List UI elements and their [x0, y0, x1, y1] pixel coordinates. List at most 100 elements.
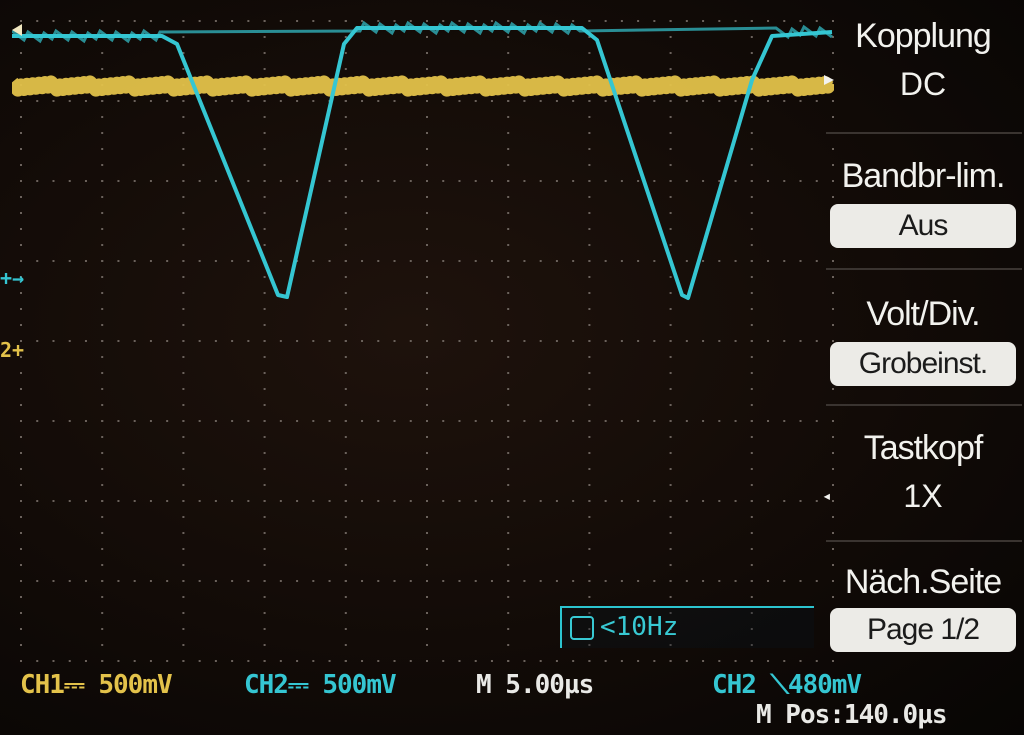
grid-dot [507, 420, 510, 422]
grid-dot [344, 548, 347, 550]
grid-dot [312, 20, 315, 22]
grid-dot [133, 500, 136, 502]
grid-dot [182, 324, 185, 326]
grid-dot [149, 580, 152, 582]
grid-dot [20, 164, 22, 166]
selector-arrow-icon: ◂ [822, 486, 832, 505]
grid-dot [263, 388, 266, 390]
grid-dot [669, 452, 672, 454]
grid-dot [84, 660, 87, 662]
grid-dot [604, 580, 607, 582]
grid-dot [734, 20, 737, 22]
grid-dot [263, 468, 266, 470]
grid-dot [426, 404, 428, 406]
grid-dot [52, 500, 55, 502]
grid-dot [20, 116, 22, 118]
grid-dot [344, 484, 347, 486]
grid-dot [750, 276, 753, 278]
grid-dot [101, 116, 104, 118]
grid-dot [669, 372, 672, 374]
grid-dot [588, 132, 591, 134]
grid-dot [84, 100, 87, 102]
grid-dot [361, 260, 364, 262]
tastkopf-value: 1X [903, 478, 943, 514]
grid-dot [507, 436, 510, 438]
menu-kopplung[interactable]: Kopplung DC [822, 14, 1024, 104]
grid-dot [669, 532, 672, 534]
grid-dot [263, 292, 266, 294]
grid-dot [149, 500, 152, 502]
grid-dot [653, 580, 656, 582]
grid-dot [523, 500, 526, 502]
grid-dot [117, 580, 120, 582]
menu-naechste-seite[interactable]: Näch.Seite Page 1/2 [822, 560, 1024, 652]
grid-dot [572, 500, 575, 502]
grid-dot [588, 388, 591, 390]
ch2-noise-band [12, 20, 833, 44]
grid-dot [588, 532, 591, 534]
grid-dot [604, 420, 607, 422]
grid-dot [133, 100, 136, 102]
grid-dot [263, 116, 266, 118]
grid-dot [377, 580, 380, 582]
grid-dot [507, 100, 510, 102]
grid-dot [637, 100, 640, 102]
grid-dot [669, 660, 672, 662]
grid-dot [101, 276, 104, 278]
grid-dot [101, 596, 104, 598]
grid-dot [750, 148, 753, 150]
grid-dot [312, 100, 315, 102]
grid-dot [377, 660, 380, 662]
grid-dot [182, 596, 185, 598]
grid-dot [588, 148, 591, 150]
menu-divider [826, 540, 1022, 542]
grid-dot [36, 580, 39, 582]
grid-dot [783, 260, 786, 262]
grid-dot [377, 340, 380, 342]
grid-dot [604, 340, 607, 342]
grid-dot [149, 420, 152, 422]
grid-dot [101, 516, 104, 518]
grid-dot [182, 420, 185, 422]
grid-dot [409, 500, 412, 502]
grid-dot [296, 580, 299, 582]
grid-dot [718, 660, 721, 662]
grid-dot [263, 500, 266, 502]
grid-dot [539, 580, 542, 582]
grid-dot [588, 660, 591, 662]
grid-dot [750, 212, 753, 214]
grid-dot [166, 340, 169, 342]
grid-dot [572, 20, 575, 22]
grid-dot [669, 596, 672, 598]
grid-dot [620, 100, 623, 102]
grid-dot [361, 100, 364, 102]
grid-dot [669, 100, 672, 102]
grid-dot [101, 212, 104, 214]
grid-dot [20, 260, 22, 262]
grid-dot [296, 420, 299, 422]
grid-dot [426, 36, 428, 38]
timebase-status: M 5.00µs [476, 670, 594, 700]
menu-bandbr-lim[interactable]: Bandbr-lim. Aus [822, 154, 1024, 248]
ch1-scale-status: CH1⎓ 500mV [20, 670, 173, 700]
grid-dot [36, 420, 39, 422]
grid-dot [669, 500, 672, 502]
grid-dot [799, 180, 802, 182]
grid-dot [637, 260, 640, 262]
menu-volt-div[interactable]: Volt/Div. Grobeinst. [822, 292, 1024, 386]
grid-dot [133, 580, 136, 582]
menu-tastkopf[interactable]: Tastkopf ◂ 1X [822, 426, 1024, 516]
grid-dot [458, 100, 461, 102]
ch2-scale-status: CH2⎓ 500mV [244, 670, 397, 700]
grid-dot [344, 388, 347, 390]
grid-dot [247, 260, 250, 262]
grid-dot [361, 500, 364, 502]
grid-dot [588, 548, 591, 550]
grid-dot [507, 212, 510, 214]
grid-dot [555, 20, 558, 22]
grid-dot [328, 20, 331, 22]
grid-dot [182, 500, 185, 502]
grid-dot [669, 164, 672, 166]
grid-dot [344, 132, 347, 134]
grid-dot [653, 180, 656, 182]
